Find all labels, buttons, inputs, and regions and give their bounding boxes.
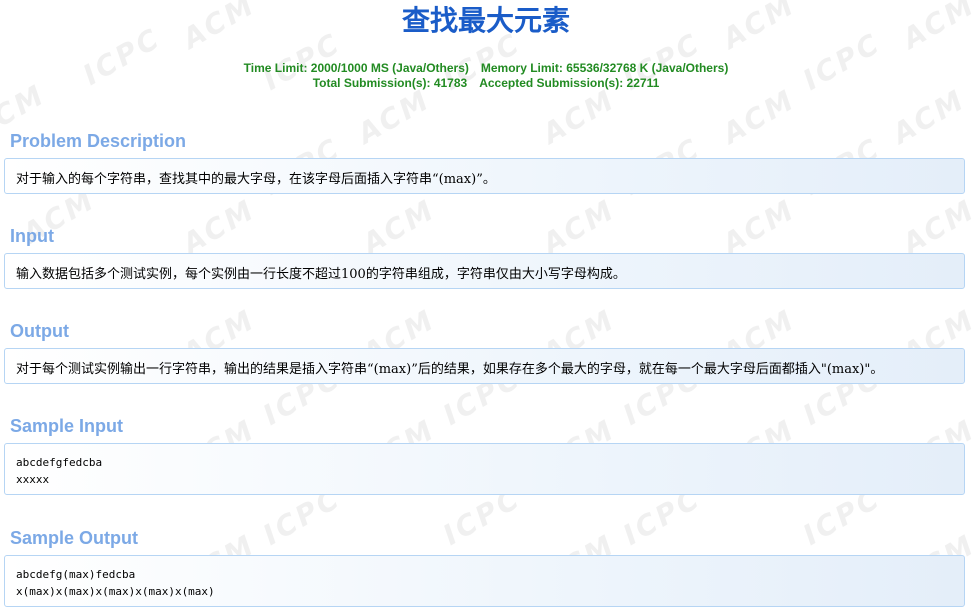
memory-limit: Memory Limit: 65536/32768 K (Java/Others… <box>480 61 729 75</box>
limits-row-2: Total Submission(s): 41783 Accepted Submi… <box>0 76 972 91</box>
section-heading-output: Output <box>10 321 69 341</box>
sample-input-line: abcdefgfedcba <box>16 456 103 469</box>
section-heading-sample-input: Sample Input <box>10 416 124 436</box>
section-heading-sample-output: Sample Output <box>10 528 139 548</box>
panel-description: 对于输入的每个字符串，查找其中的最大字母，在该字母后面插入字符串“(max)”。 <box>4 158 965 194</box>
accepted-submissions: Accepted Submission(s): 22711 <box>479 76 660 90</box>
input-text: 输入数据包括多个测试实例，每个实例由一行长度不超过100的字符串组成，字符串仅由… <box>16 267 626 282</box>
problem-title: 查找最大元素 <box>401 4 570 37</box>
limits-row-1: Time Limit: 2000/1000 MS (Java/Others) Me… <box>0 61 972 76</box>
time-limit: Time Limit: 2000/1000 MS (Java/Others) <box>243 61 469 75</box>
panel-sample-input: abcdefgfedcba xxxxx <box>4 443 965 495</box>
problem-page: 查找最大元素 Time Limit: 2000/1000 MS (Java/Ot… <box>0 0 972 612</box>
total-submissions: Total Submission(s): 41783 <box>312 76 468 90</box>
output-text: 对于每个测试实例输出一行字符串，输出的结果是插入字符串“(max)”后的结果，如… <box>16 362 884 377</box>
sample-output-line: abcdefg(max)fedcba <box>16 568 136 581</box>
panel-sample-output: abcdefg(max)fedcba x(max)x(max)x(max)x(m… <box>4 555 965 607</box>
section-heading-description: Problem Description <box>10 131 187 151</box>
section-heading-input: Input <box>10 226 54 246</box>
panel-output: 对于每个测试实例输出一行字符串，输出的结果是插入字符串“(max)”后的结果，如… <box>4 348 965 384</box>
description-text: 对于输入的每个字符串，查找其中的最大字母，在该字母后面插入字符串“(max)”。 <box>16 172 496 187</box>
sample-output-line: x(max)x(max)x(max)x(max)x(max) <box>16 585 215 598</box>
problem-limits: Time Limit: 2000/1000 MS (Java/Others) Me… <box>0 61 972 91</box>
sample-input-line: xxxxx <box>16 473 50 486</box>
panel-input: 输入数据包括多个测试实例，每个实例由一行长度不超过100的字符串组成，字符串仅由… <box>4 253 965 289</box>
